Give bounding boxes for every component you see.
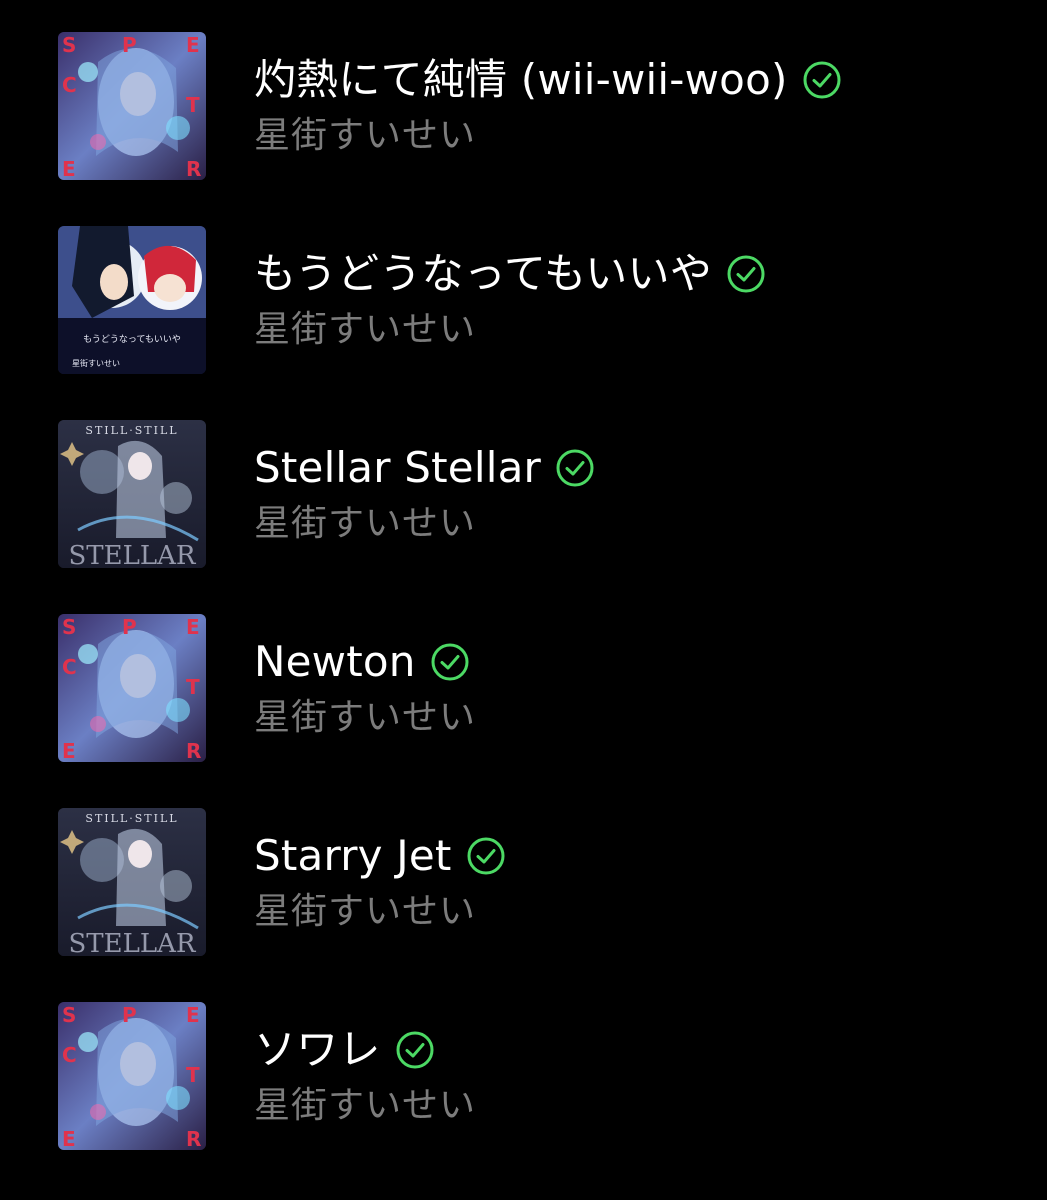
svg-text:C: C (62, 73, 77, 97)
album-art-still-still-stellar: STILL·STILL STELLAR (58, 420, 206, 568)
svg-text:S: S (62, 615, 76, 639)
svg-text:T: T (186, 675, 200, 699)
svg-text:星街すいせい: 星街すいせい (72, 358, 120, 368)
track-artist: 星街すいせい (254, 115, 477, 156)
track-title: もうどうなってもいいや (254, 249, 712, 298)
track-row[interactable]: STILL·STILL STELLAR Starry Jet 星街すいせい (0, 776, 1047, 970)
downloaded-check-icon (726, 254, 766, 294)
album-art-specter: S P E C T E R (58, 614, 206, 762)
svg-text:T: T (186, 93, 200, 117)
track-row[interactable]: もうどうなってもいいや 星街すいせい もうどうなってもいいや 星街すいせい (0, 194, 1047, 388)
svg-text:T: T (186, 1063, 200, 1087)
mou-dou-cover-image: もうどうなってもいいや 星街すいせい (58, 226, 206, 374)
svg-text:E: E (186, 33, 200, 57)
svg-text:P: P (122, 1003, 137, 1027)
track-artist: 星街すいせい (254, 503, 477, 544)
specter-cover-image: S P E C T E R (58, 32, 206, 180)
track-title: Stellar Stellar (254, 443, 541, 492)
album-art-still-still-stellar: STILL·STILL STELLAR (58, 808, 206, 956)
specter-cover-image: S P E C T E R (58, 614, 206, 762)
svg-text:S: S (62, 33, 76, 57)
title-line: Starry Jet (254, 828, 506, 884)
svg-text:S: S (62, 1003, 76, 1027)
downloaded-check-icon (466, 836, 506, 876)
track-row[interactable]: S P E C T E R ソワレ 星街すいせい (0, 970, 1047, 1164)
track-artist: 星街すいせい (254, 891, 477, 932)
svg-text:STELLAR: STELLAR (68, 929, 196, 956)
svg-text:E: E (62, 157, 76, 180)
stellar-cover-image: STILL·STILL STELLAR (58, 420, 206, 568)
album-art-specter: S P E C T E R (58, 1002, 206, 1150)
svg-text:E: E (186, 1003, 200, 1027)
specter-cover-image: S P E C T E R (58, 1002, 206, 1150)
track-row[interactable]: S P E C T E R Newton 星街すいせい (0, 582, 1047, 776)
title-line: Stellar Stellar (254, 440, 595, 496)
track-artist: 星街すいせい (254, 309, 477, 350)
svg-text:C: C (62, 655, 77, 679)
svg-text:STILL·STILL: STILL·STILL (85, 812, 178, 825)
track-artist: 星街すいせい (254, 697, 477, 738)
svg-text:R: R (186, 739, 201, 762)
svg-text:E: E (62, 739, 76, 762)
track-title: Starry Jet (254, 831, 452, 880)
svg-text:P: P (122, 33, 137, 57)
svg-text:もうどうなってもいいや: もうどうなってもいいや (83, 334, 181, 345)
title-line: Newton (254, 634, 470, 690)
title-line: もうどうなってもいいや (254, 246, 766, 302)
downloaded-check-icon (430, 642, 470, 682)
track-list: S P E C T E R 灼熱にて純情 (wii-wii-woo) 星街すいせ… (0, 0, 1047, 1200)
downloaded-check-icon (555, 448, 595, 488)
stellar-cover-image: STILL·STILL STELLAR (58, 808, 206, 956)
svg-text:C: C (62, 1043, 77, 1067)
album-art-specter: S P E C T E R (58, 32, 206, 180)
downloaded-check-icon (395, 1030, 435, 1070)
track-artist: 星街すいせい (254, 1085, 477, 1126)
album-art-mou-dou-natte-mo-ii-ya: もうどうなってもいいや 星街すいせい (58, 226, 206, 374)
svg-text:STILL·STILL: STILL·STILL (85, 424, 178, 437)
downloaded-check-icon (802, 60, 842, 100)
title-line: 灼熱にて純情 (wii-wii-woo) (254, 52, 842, 108)
track-title: 灼熱にて純情 (wii-wii-woo) (254, 55, 788, 104)
svg-text:R: R (186, 157, 201, 180)
svg-text:E: E (62, 1127, 76, 1150)
svg-text:STELLAR: STELLAR (68, 541, 196, 568)
svg-text:P: P (122, 615, 137, 639)
track-title: ソワレ (254, 1025, 381, 1074)
title-line: ソワレ (254, 1022, 435, 1078)
svg-text:E: E (186, 615, 200, 639)
svg-text:R: R (186, 1127, 201, 1150)
track-row[interactable]: STILL·STILL STELLAR Stellar Stellar 星街すい… (0, 388, 1047, 582)
track-row[interactable]: S P E C T E R 灼熱にて純情 (wii-wii-woo) 星街すいせ… (0, 0, 1047, 194)
track-title: Newton (254, 637, 416, 686)
